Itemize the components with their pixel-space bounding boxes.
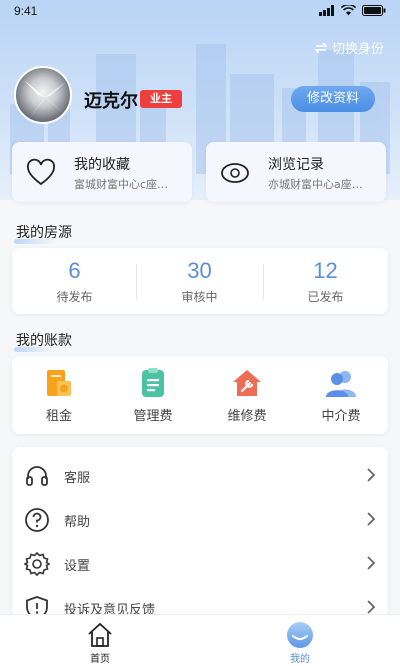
home-icon [88,622,112,647]
switch-identity-button[interactable]: 切换身份 [314,38,384,57]
listings-stats-card: 6 待发布 30 审核中 12 已发布 [12,248,388,314]
menu-item-settings[interactable]: 设置 [12,541,388,585]
wifi-icon [341,5,356,16]
listings-section-title: 我的房源 [14,222,72,244]
stat-value: 6 [68,258,81,283]
stat-value: 30 [187,258,212,283]
chevron-right-icon [367,512,376,526]
fee-management[interactable]: 管理费 [106,356,200,434]
role-badge: 业主 [140,90,182,108]
stat-published[interactable]: 12 已发布 [263,248,388,314]
signal-icon [319,5,334,16]
tab-mine[interactable]: 我的 [200,615,400,666]
user-name: 迈克尔 [84,91,138,112]
favorites-card[interactable]: 我的收藏 富城财富中心c座… [12,142,192,202]
edit-profile-button[interactable]: 修改资料 [291,86,375,112]
fee-rent[interactable]: 租金 [12,356,106,434]
tab-label: 首页 [90,654,110,665]
settings-menu: 客服 帮助 设置 投诉及意见反馈 [12,447,388,620]
favorites-subtitle: 富城财富中心c座… [74,178,169,191]
history-title: 浏览记录 [268,157,324,173]
battery-icon [362,5,386,16]
tab-home[interactable]: 首页 [0,615,200,666]
stat-pending-publish[interactable]: 6 待发布 [12,248,137,314]
headset-icon [26,466,48,486]
chevron-right-icon [367,600,376,614]
fee-label: 管理费 [133,409,173,424]
switch-identity-label: 切换身份 [331,42,384,57]
help-icon [25,508,49,532]
eye-icon [221,163,249,183]
fee-repair[interactable]: 维修费 [200,356,294,434]
repair-fee-icon [233,370,261,396]
stat-label: 审核中 [181,290,218,304]
fee-label: 中介费 [321,409,361,424]
account-fees-card: 租金 管理费 维修费 中介费 [12,356,388,434]
history-subtitle: 亦城财富中心a座… [268,178,363,191]
fee-label: 维修费 [227,409,267,424]
stat-label: 已发布 [307,290,344,304]
fee-label: 租金 [45,409,72,424]
rent-icon [47,370,71,396]
account-section-title: 我的账款 [14,330,72,352]
heart-icon [27,158,55,186]
stat-value: 12 [313,258,338,283]
history-card[interactable]: 浏览记录 亦城财富中心a座… [206,142,386,202]
switch-icon [314,41,328,54]
agency-fee-icon [326,371,356,397]
menu-label: 客服 [64,471,91,486]
gear-icon [24,551,50,577]
status-bar: 9:41 [0,0,400,22]
menu-label: 设置 [64,559,91,574]
stat-label: 待发布 [56,290,93,304]
stat-under-review[interactable]: 30 审核中 [137,248,262,314]
tab-bar: 首页 我的 [0,614,400,666]
avatar[interactable] [14,66,72,124]
menu-label: 帮助 [64,515,91,530]
chevron-right-icon [367,556,376,570]
profile-icon [287,622,313,648]
tab-label: 我的 [290,654,310,665]
management-fee-icon [142,368,164,397]
favorites-title: 我的收藏 [74,157,130,173]
fee-agency[interactable]: 中介费 [294,356,388,434]
menu-item-customer-service[interactable]: 客服 [12,453,388,497]
status-time: 9:41 [14,4,38,18]
menu-item-help[interactable]: 帮助 [12,497,388,541]
chevron-right-icon [367,468,376,482]
